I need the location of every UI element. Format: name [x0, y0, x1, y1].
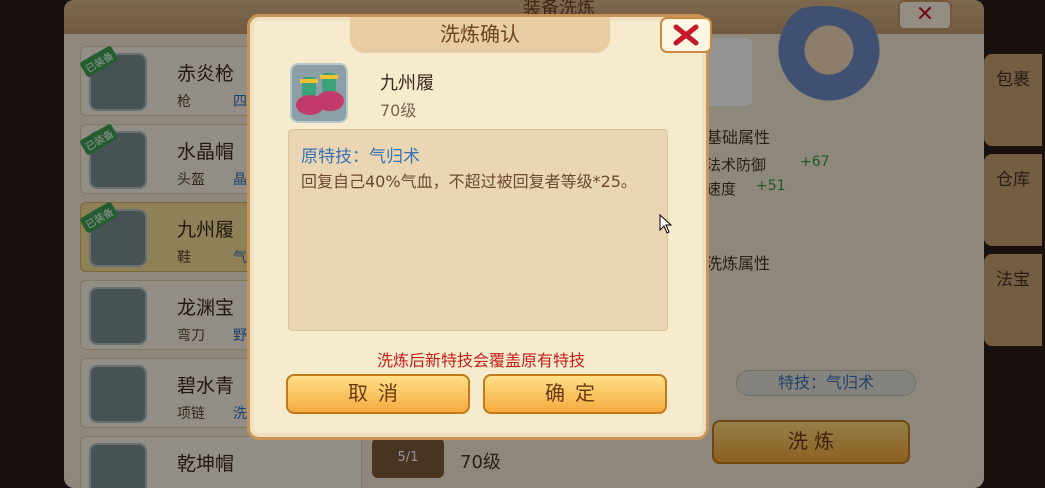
- equip-name: 九州履: [380, 73, 434, 94]
- boots-icon: [290, 63, 348, 123]
- skill-description: 回复自己40%气血，不超过被回复者等级*25。: [301, 172, 637, 191]
- mouse-cursor-icon: [659, 214, 673, 234]
- close-icon: [673, 24, 699, 46]
- refine-confirm-dialog: 洗炼确认 九州履 70级 原特技：气归术 回复自己40%气血，不超过被回复者等级…: [247, 14, 712, 440]
- modal-title: 洗炼确认: [440, 22, 520, 46]
- close-button[interactable]: [660, 17, 712, 53]
- cancel-button[interactable]: 取消: [286, 374, 470, 414]
- equip-level: 70级: [380, 101, 417, 120]
- skill-title: 原特技：气归术: [301, 147, 420, 167]
- skill-info-box: 原特技：气归术 回复自己40%气血，不超过被回复者等级*25。: [288, 129, 668, 331]
- confirm-button[interactable]: 确定: [483, 374, 667, 414]
- warning-text: 洗炼后新特技会覆盖原有特技: [376, 351, 585, 370]
